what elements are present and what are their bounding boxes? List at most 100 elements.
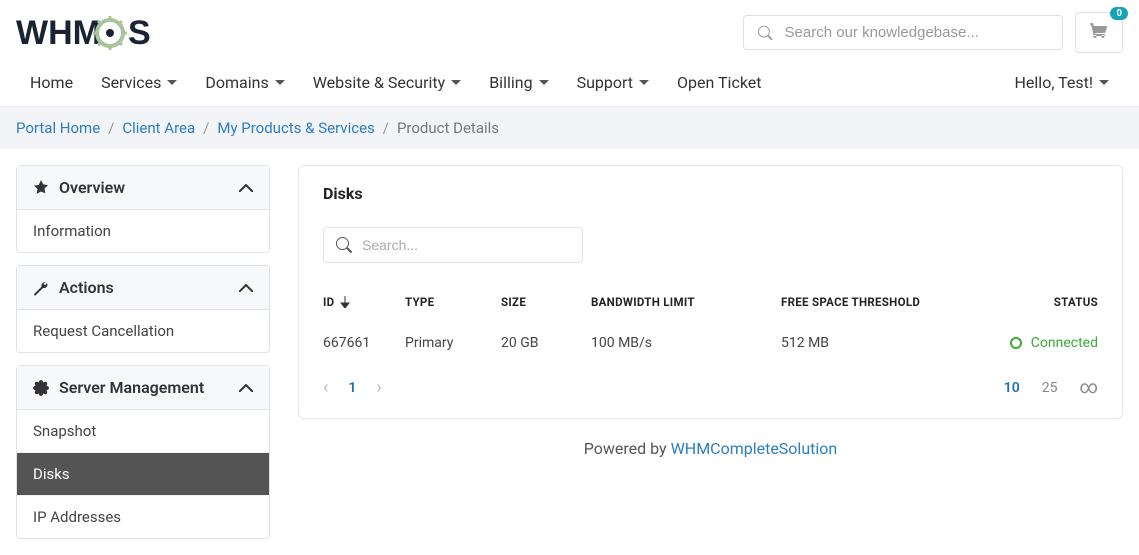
chevron-up-icon bbox=[239, 284, 253, 292]
gear-icon bbox=[33, 380, 49, 396]
nav-label: Support bbox=[577, 73, 633, 92]
pager-current[interactable]: 1 bbox=[348, 380, 356, 396]
table-header: ID TYPE SIZE BANDWIDTH LIMIT FREE SPACE … bbox=[323, 285, 1098, 319]
breadcrumb-products-services[interactable]: My Products & Services bbox=[217, 119, 374, 137]
sidebar: Overview Information Actions Request Can… bbox=[16, 165, 270, 539]
nav-home[interactable]: Home bbox=[16, 59, 87, 106]
panel-title: Overview bbox=[59, 178, 125, 197]
caret-down-icon bbox=[639, 80, 649, 86]
cart-button[interactable]: 0 bbox=[1075, 12, 1123, 53]
logo[interactable]: WHM S bbox=[16, 14, 216, 52]
pager-prev[interactable]: ‹ bbox=[323, 377, 328, 398]
user-greeting: Hello, Test! bbox=[1015, 73, 1093, 92]
th-size[interactable]: SIZE bbox=[501, 295, 591, 309]
sidebar-item-request-cancellation[interactable]: Request Cancellation bbox=[17, 310, 269, 352]
footer: Powered by WHMCompleteSolution bbox=[298, 419, 1123, 468]
pager: ‹ 1 › bbox=[323, 377, 382, 398]
nav-label: Open Ticket bbox=[677, 73, 761, 92]
knowledgebase-search[interactable] bbox=[743, 15, 1063, 50]
nav-services[interactable]: Services bbox=[87, 59, 191, 106]
chevron-up-icon bbox=[239, 184, 253, 192]
page-size-25[interactable]: 25 bbox=[1042, 380, 1058, 396]
table-search-input[interactable] bbox=[362, 237, 570, 253]
sidebar-item-information[interactable]: Information bbox=[17, 210, 269, 252]
search-icon bbox=[336, 236, 352, 254]
cart-badge: 0 bbox=[1110, 7, 1128, 20]
star-icon bbox=[33, 180, 49, 196]
panel-server-header[interactable]: Server Management bbox=[17, 366, 269, 410]
nav-label: Website & Security bbox=[313, 73, 445, 92]
caret-down-icon bbox=[275, 80, 285, 86]
cell-bandwidth: 100 MB/s bbox=[591, 335, 781, 351]
table-row[interactable]: 667661 Primary 20 GB 100 MB/s 512 MB Con… bbox=[323, 319, 1098, 367]
status-circle-icon bbox=[1009, 336, 1023, 350]
th-label: ID bbox=[323, 295, 334, 309]
main-container: Overview Information Actions Request Can… bbox=[0, 149, 1139, 555]
nav-billing[interactable]: Billing bbox=[475, 59, 562, 106]
footer-text: Powered by bbox=[584, 439, 671, 458]
caret-down-icon bbox=[1099, 80, 1109, 86]
knowledgebase-search-input[interactable] bbox=[785, 24, 1048, 41]
search-icon bbox=[758, 25, 773, 41]
sort-down-icon bbox=[340, 296, 350, 308]
nav-user-menu[interactable]: Hello, Test! bbox=[1001, 59, 1123, 106]
sidebar-item-disks[interactable]: Disks bbox=[17, 453, 269, 496]
wrench-icon bbox=[33, 280, 49, 296]
cell-status: Connected bbox=[1003, 335, 1098, 351]
cell-free-space: 512 MB bbox=[781, 335, 1003, 351]
breadcrumb-sep: / bbox=[203, 119, 209, 137]
table-footer: ‹ 1 › 10 25 ∞ bbox=[323, 367, 1098, 406]
disks-table: ID TYPE SIZE BANDWIDTH LIMIT FREE SPACE … bbox=[323, 285, 1098, 406]
th-type[interactable]: TYPE bbox=[405, 295, 501, 309]
breadcrumb-client-area[interactable]: Client Area bbox=[122, 119, 195, 137]
panel-actions: Actions Request Cancellation bbox=[16, 265, 270, 353]
card-body: ID TYPE SIZE BANDWIDTH LIMIT FREE SPACE … bbox=[299, 211, 1122, 418]
th-status[interactable]: STATUS bbox=[1003, 295, 1098, 309]
breadcrumb-portal-home[interactable]: Portal Home bbox=[16, 119, 100, 137]
nav-domains[interactable]: Domains bbox=[191, 59, 298, 106]
nav-left: Home Services Domains Website & Security… bbox=[16, 59, 775, 106]
nav-label: Home bbox=[30, 73, 73, 92]
pager-next[interactable]: › bbox=[376, 377, 381, 398]
header: WHM S 0 bbox=[0, 0, 1139, 59]
footer-link[interactable]: WHMCompleteSolution bbox=[671, 439, 838, 458]
panel-overview: Overview Information bbox=[16, 165, 270, 253]
panel-overview-header[interactable]: Overview bbox=[17, 166, 269, 210]
panel-title: Actions bbox=[59, 278, 114, 297]
th-id[interactable]: ID bbox=[323, 295, 405, 309]
breadcrumb-sep: / bbox=[383, 119, 389, 137]
main-nav: Home Services Domains Website & Security… bbox=[0, 59, 1139, 107]
page-sizes: 10 25 ∞ bbox=[1004, 377, 1098, 398]
header-right: 0 bbox=[743, 12, 1123, 53]
cell-type: Primary bbox=[405, 335, 501, 351]
nav-website-security[interactable]: Website & Security bbox=[299, 59, 475, 106]
nav-label: Billing bbox=[489, 73, 532, 92]
panel-actions-header[interactable]: Actions bbox=[17, 266, 269, 310]
page-size-10[interactable]: 10 bbox=[1004, 380, 1020, 396]
cart-icon bbox=[1090, 23, 1108, 39]
page-size-infinite[interactable]: ∞ bbox=[1079, 377, 1098, 398]
nav-label: Domains bbox=[205, 73, 268, 92]
caret-down-icon bbox=[451, 80, 461, 86]
card-title: Disks bbox=[299, 166, 1122, 211]
disks-card: Disks ID TYPE SIZE BANDWIDTH LIMIT FREE … bbox=[298, 165, 1123, 419]
nav-support[interactable]: Support bbox=[563, 59, 663, 106]
content: Disks ID TYPE SIZE BANDWIDTH LIMIT FREE … bbox=[298, 165, 1123, 539]
nav-label: Services bbox=[101, 73, 161, 92]
cell-size: 20 GB bbox=[501, 335, 591, 351]
nav-open-ticket[interactable]: Open Ticket bbox=[663, 59, 775, 106]
breadcrumb-bar: Portal Home / Client Area / My Products … bbox=[0, 107, 1139, 149]
breadcrumb-current: Product Details bbox=[397, 119, 499, 137]
chevron-up-icon bbox=[239, 384, 253, 392]
caret-down-icon bbox=[167, 80, 177, 86]
sidebar-item-ip-addresses[interactable]: IP Addresses bbox=[17, 496, 269, 538]
cell-id: 667661 bbox=[323, 335, 405, 351]
table-search[interactable] bbox=[323, 227, 583, 263]
svg-text:WHM: WHM bbox=[16, 14, 101, 52]
caret-down-icon bbox=[539, 80, 549, 86]
th-bandwidth[interactable]: BANDWIDTH LIMIT bbox=[591, 295, 781, 309]
th-free-space[interactable]: FREE SPACE THRESHOLD bbox=[781, 295, 1003, 309]
panel-title: Server Management bbox=[59, 378, 204, 397]
sidebar-item-snapshot[interactable]: Snapshot bbox=[17, 410, 269, 453]
breadcrumb-sep: / bbox=[108, 119, 114, 137]
